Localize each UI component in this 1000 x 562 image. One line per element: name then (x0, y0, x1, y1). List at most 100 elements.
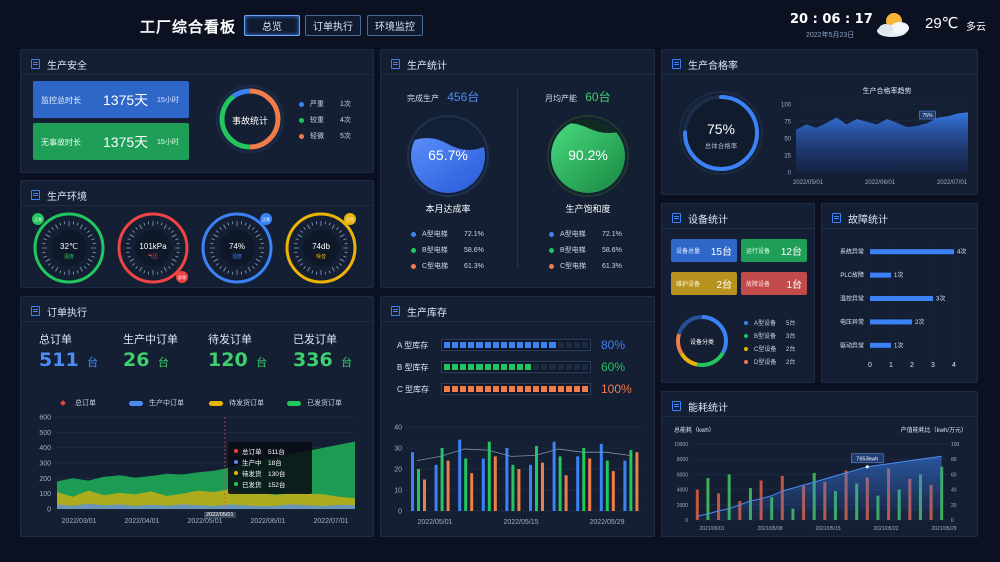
tooltip-row: 总订单 511台 (234, 445, 306, 456)
order-trend-chart: 0 100 200 300 400 500 600 2022/03/01 2022/04/01 2… (39, 415, 355, 525)
gauge-tick (160, 222, 163, 226)
gauge-tick (79, 224, 83, 230)
inventory-segment (492, 386, 499, 392)
gauge-badge-text: 正常 (262, 216, 270, 222)
gauge-tick (129, 234, 135, 238)
gauge-tick (55, 224, 59, 230)
cloud-sun-icon (872, 9, 918, 39)
gauge-tick (147, 271, 150, 275)
gauge-tick (91, 255, 95, 258)
gauge-tick (59, 270, 62, 274)
fault-bar (870, 342, 891, 348)
value-label: 1次 (894, 271, 903, 279)
gauge-tick (51, 266, 54, 269)
quality-tooltip-text: 75% (923, 113, 934, 119)
bar-C型 (635, 452, 639, 511)
stat-producing-label: 生产中订单 (123, 334, 178, 346)
gauge-value: 101kPa (139, 242, 167, 251)
bar-C型 (423, 479, 426, 511)
gauge-label: 气压 (148, 253, 158, 260)
stat-total-value: 511 (39, 349, 79, 371)
equipment-title-text: 设备统计 (688, 214, 728, 226)
x-tick-label: 2022/05/01 (793, 180, 824, 186)
completed-label: 完成生产 (407, 94, 439, 103)
gauge-tick (255, 230, 258, 233)
inventory-segment (444, 364, 451, 370)
legend-equipment-a: A型设备 5台 (744, 316, 795, 329)
left-model-a: A型电梯 72.1% (411, 226, 484, 242)
gauge-0: 32℃ 温度 正常 (32, 212, 105, 284)
legend-pending-orders: 待发货订单 (209, 398, 287, 408)
gauge-tick (216, 263, 219, 266)
document-icon (672, 59, 681, 69)
inventory-segment (525, 364, 532, 370)
legend-severe: 严重 1次 (299, 96, 351, 112)
safety-title-text: 生产安全 (47, 60, 87, 72)
accident-legend: 严重 1次 较重 4次 轻微 5次 (299, 96, 351, 144)
inventory-segment (500, 386, 507, 392)
quality-panel-title: 生产合格率 (672, 56, 738, 72)
inventory-segment (573, 386, 580, 392)
gauge-tick (219, 266, 222, 269)
y-tick-label: 100 (39, 491, 51, 498)
energy-title-text: 能耗统计 (688, 402, 728, 414)
y-tick-label: 30 (394, 446, 402, 453)
inventory-segment (476, 342, 483, 348)
inventory-segment (444, 342, 451, 348)
nav-tab-orders[interactable]: 订单执行 (305, 15, 361, 36)
gauge-label: 湿度 (232, 253, 242, 260)
inventory-segment (500, 364, 507, 370)
gauge-tick (303, 227, 306, 230)
gauge-tick (295, 238, 299, 241)
gauge-tick (315, 271, 318, 275)
gauge-tick (176, 251, 180, 254)
gauge-badge-text: 正常 (346, 216, 354, 222)
gauge-tick (45, 258, 51, 262)
gauge-tick (72, 221, 75, 225)
inventory-segment (525, 342, 532, 348)
x-tick-label: 2021/05/22 (873, 526, 898, 532)
left-model-list: A型电梯 72.1% B型电梯 58.6% C型电梯 61.3% (411, 226, 484, 274)
right-model-list: A型电梯 72.1% B型电梯 58.6% C型电梯 61.3% (549, 226, 622, 274)
monthly-capacity: 月均产能 60台 (545, 88, 611, 105)
nav-tab-overview[interactable]: 总览 (244, 15, 300, 36)
gauge-tick (227, 222, 230, 226)
orders-title-text: 订单执行 (47, 307, 87, 319)
x-tick-label: 2021/05/29 (931, 526, 956, 532)
orders-panel-title: 订单执行 (31, 303, 87, 319)
gauge-tick (303, 266, 306, 269)
gauge-tick (255, 263, 258, 266)
weather-condition: 多云 (966, 22, 986, 33)
production-panel: 生产统计 完成生产 456台 月均产能 60台 65.7% 本月达成率 90.2… (380, 49, 655, 288)
document-icon (31, 190, 40, 200)
bar-C型 (541, 462, 544, 511)
gauge-tick (339, 230, 342, 233)
environment-panel-title: 生产环境 (31, 187, 87, 203)
completed-value: 456台 (447, 90, 480, 104)
inventory-segment (541, 386, 548, 392)
document-icon (31, 59, 40, 69)
stat-total-orders: 总订单 511 台 (39, 331, 98, 371)
order-tooltip-date: 2022/05/01 (204, 512, 236, 518)
gauge-tick (213, 234, 219, 238)
gauge-tick (87, 230, 90, 233)
gauge-tick (219, 227, 222, 230)
monitor-duration-value: 1375天 (103, 92, 149, 108)
bar-A型 (505, 448, 509, 511)
gauge-tick (294, 242, 298, 245)
bar-B型 (558, 456, 562, 511)
nav-tab-environment[interactable]: 环境监控 (367, 15, 423, 36)
saturation-percent: 90.2% (568, 147, 608, 163)
gauge-tick (324, 271, 327, 275)
gauge-tick (339, 234, 345, 238)
inventory-percent: 100% (601, 382, 632, 396)
inventory-segment (452, 386, 459, 392)
warehouse-icon (391, 306, 400, 316)
gauge-tick (127, 238, 131, 241)
inventory-segment (484, 386, 491, 392)
gauge-tick (344, 251, 348, 254)
stat-shipped-value: 336 (293, 349, 333, 371)
gauge-tick (171, 234, 177, 238)
document-icon (672, 401, 681, 411)
y-tick-label: 400 (39, 445, 51, 452)
